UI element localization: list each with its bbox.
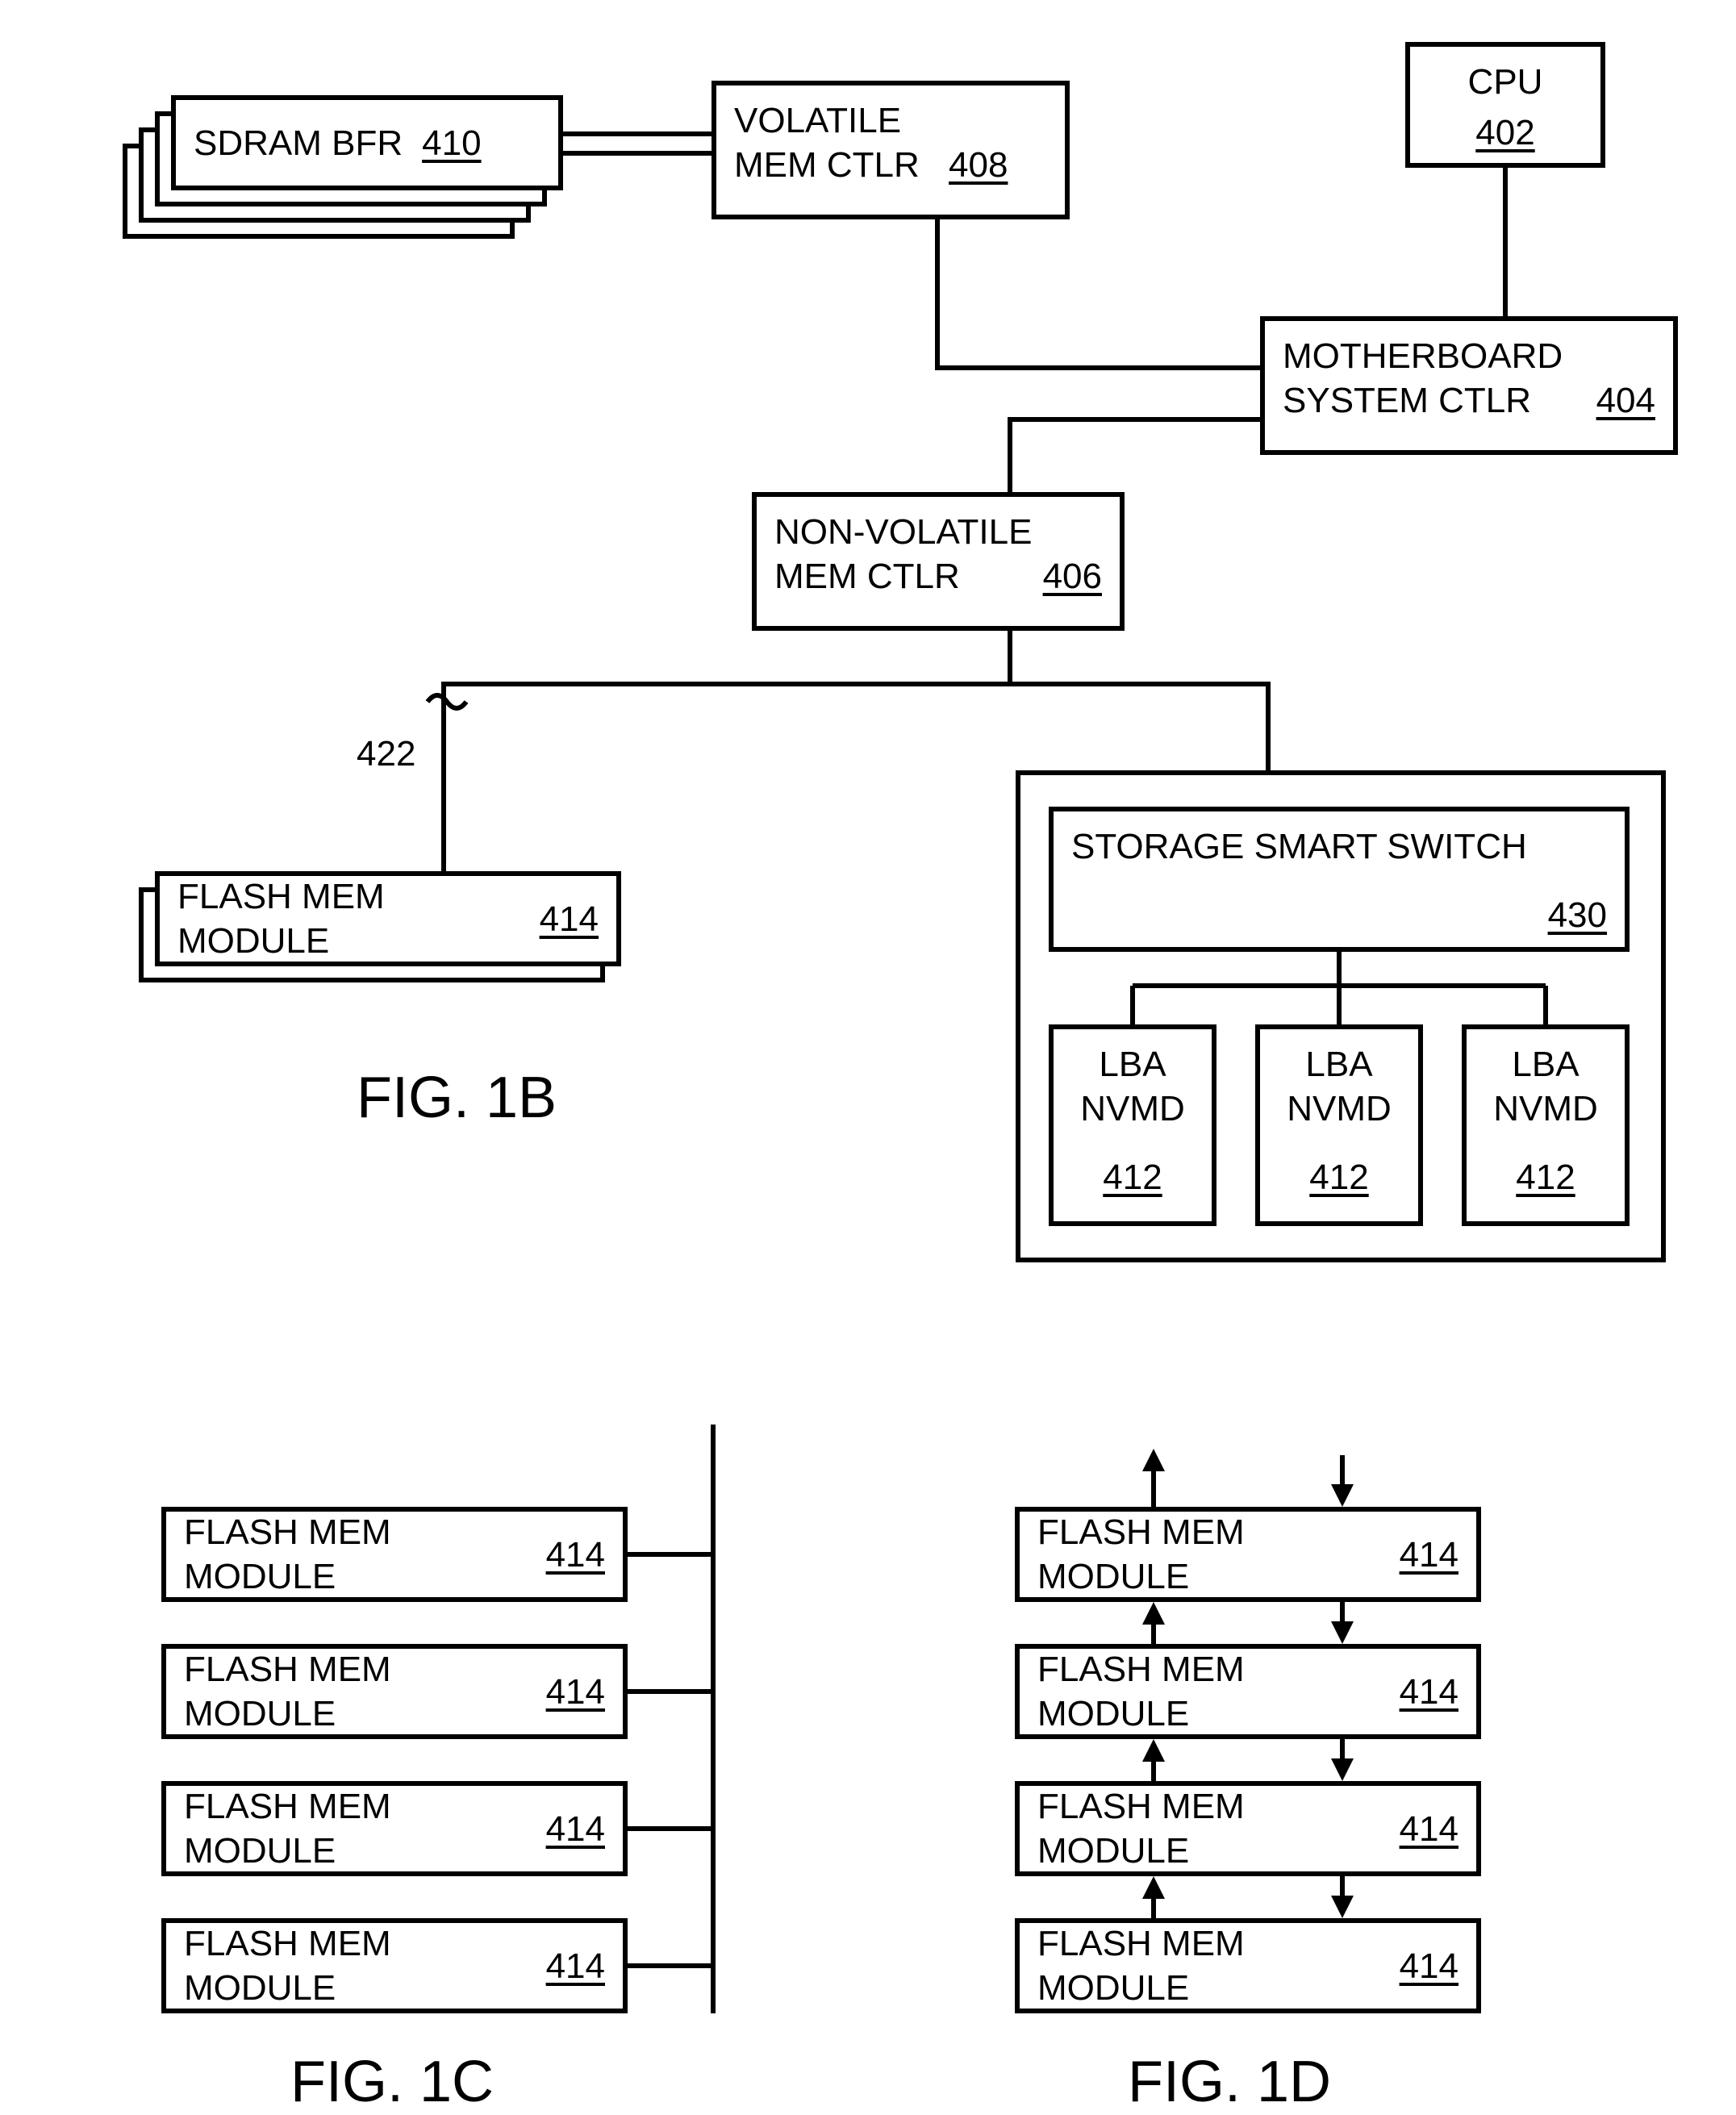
fig1d-12-down-arrowhead [1331, 1621, 1354, 1644]
storage-smart-switch-ref: 430 [1071, 893, 1607, 937]
fig1d-23-up-arrowhead [1142, 1739, 1165, 1762]
mobo-to-nvmem-line [1010, 419, 1260, 492]
lba-nvmd-box-3: LBA NVMD 412 [1462, 1024, 1630, 1226]
fig1d-flash-box-4: FLASH MEM MODULE 414 [1015, 1918, 1481, 2013]
fig1d-flash-ref-2: 414 [1400, 1670, 1458, 1714]
fig1d-flash-box-3: FLASH MEM MODULE 414 [1015, 1781, 1481, 1876]
fig1d-flash-label-3: FLASH MEM MODULE [1037, 1784, 1387, 1873]
storage-smart-switch-label: STORAGE SMART SWITCH [1071, 824, 1607, 869]
volatile-mem-ctlr-label: VOLATILE MEM CTLR [734, 98, 920, 187]
lba-nvmd-ref-2: 412 [1309, 1155, 1368, 1199]
fig1d-flash-box-2: FLASH MEM MODULE 414 [1015, 1644, 1481, 1739]
sdram-bfr-box: SDRAM BFR 410 [171, 95, 563, 190]
lba-nvmd-label-1: LBA NVMD [1071, 1042, 1194, 1131]
sdram-bfr-ref: 410 [422, 121, 481, 165]
nonvolatile-mem-ctlr-label: NON-VOLATILE MEM CTLR [774, 510, 1032, 599]
cpu-ref: 402 [1475, 111, 1534, 155]
fig1c-flash-label-4: FLASH MEM MODULE [184, 1921, 533, 2010]
fig1d-34-down-arrowhead [1331, 1896, 1354, 1918]
motherboard-ctlr-box: MOTHERBOARD SYSTEM CTLR 404 [1260, 316, 1678, 455]
fig1d-top-up-arrowhead [1142, 1449, 1165, 1471]
lba-nvmd-ref-1: 412 [1103, 1155, 1162, 1199]
fig1c-flash-box-4: FLASH MEM MODULE 414 [161, 1918, 628, 2013]
fig1d-flash-label-2: FLASH MEM MODULE [1037, 1647, 1387, 1736]
flash-1b-ref: 414 [540, 897, 599, 941]
fig1c-flash-box-3: FLASH MEM MODULE 414 [161, 1781, 628, 1876]
fig1c-flash-label-1: FLASH MEM MODULE [184, 1510, 533, 1599]
fig1c-flash-box-1: FLASH MEM MODULE 414 [161, 1507, 628, 1602]
wire-422-line [444, 684, 1010, 871]
motherboard-ctlr-ref: 404 [1596, 378, 1655, 423]
wire-422-ref: 422 [357, 734, 415, 774]
fig1d-flash-box-1: FLASH MEM MODULE 414 [1015, 1507, 1481, 1602]
lba-nvmd-label-3: LBA NVMD [1484, 1042, 1607, 1131]
fig1d-flash-ref-1: 414 [1400, 1533, 1458, 1577]
fig1c-flash-ref-2: 414 [546, 1670, 605, 1714]
fig1c-flash-box-2: FLASH MEM MODULE 414 [161, 1644, 628, 1739]
fig-1b-title: FIG. 1B [357, 1065, 557, 1131]
lba-nvmd-box-2: LBA NVMD 412 [1255, 1024, 1423, 1226]
flash-1b-box: FLASH MEM MODULE 414 [155, 871, 621, 966]
page: SDRAM BFR 410 VOLATILE MEM CTLR 408 CPU … [0, 0, 1736, 2103]
fig1c-flash-ref-1: 414 [546, 1533, 605, 1577]
fig1d-top-down-arrowhead [1331, 1484, 1354, 1507]
flash-1b-label: FLASH MEM MODULE [177, 874, 527, 963]
fig1d-23-down-arrowhead [1331, 1758, 1354, 1781]
fig1d-flash-label-1: FLASH MEM MODULE [1037, 1510, 1387, 1599]
lba-nvmd-box-1: LBA NVMD 412 [1049, 1024, 1216, 1226]
nonvolatile-mem-ctlr-box: NON-VOLATILE MEM CTLR 406 [752, 492, 1125, 631]
fig1c-flash-label-2: FLASH MEM MODULE [184, 1647, 533, 1736]
nonvolatile-mem-ctlr-ref: 406 [1043, 554, 1102, 599]
motherboard-ctlr-label: MOTHERBOARD SYSTEM CTLR [1283, 334, 1563, 423]
volatile-mem-ctlr-ref: 408 [949, 145, 1008, 185]
fig1c-flash-ref-3: 414 [546, 1807, 605, 1851]
nvmem-to-switch-line [1010, 684, 1268, 773]
fig1d-34-up-arrowhead [1142, 1876, 1165, 1899]
fig1c-flash-ref-4: 414 [546, 1944, 605, 1988]
cpu-box: CPU 402 [1405, 42, 1605, 168]
volmem-to-mobo-line [937, 219, 1260, 368]
fig1d-flash-ref-4: 414 [1400, 1944, 1458, 1988]
storage-smart-switch-box: STORAGE SMART SWITCH 430 [1049, 807, 1630, 952]
sdram-bfr-label: SDRAM BFR [194, 121, 403, 165]
cpu-label: CPU [1428, 60, 1583, 104]
lba-nvmd-ref-3: 412 [1516, 1155, 1575, 1199]
fig1d-flash-label-4: FLASH MEM MODULE [1037, 1921, 1387, 2010]
fig-1c-title: FIG. 1C [290, 2049, 494, 2115]
fig1d-flash-ref-3: 414 [1400, 1807, 1458, 1851]
fig1c-flash-label-3: FLASH MEM MODULE [184, 1784, 533, 1873]
fig1d-12-up-arrowhead [1142, 1602, 1165, 1625]
wire-422-squiggle [428, 695, 466, 708]
lba-nvmd-label-2: LBA NVMD [1278, 1042, 1400, 1131]
volatile-mem-ctlr-box: VOLATILE MEM CTLR 408 [712, 81, 1070, 219]
fig-1d-title: FIG. 1D [1128, 2049, 1331, 2115]
